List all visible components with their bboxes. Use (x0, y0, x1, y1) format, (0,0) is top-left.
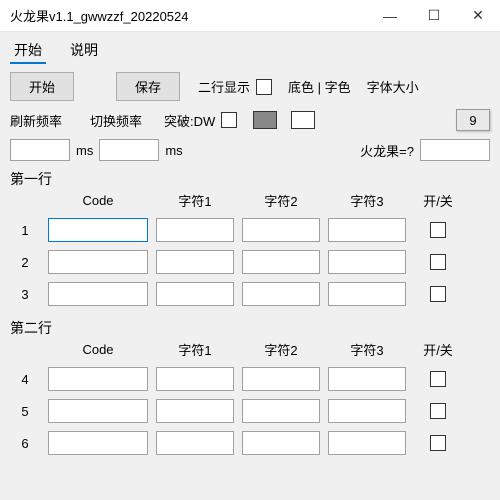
row2-char3-input[interactable] (328, 250, 406, 274)
two-line-display-checkbox[interactable] (256, 79, 272, 95)
row5-char3-input[interactable] (328, 399, 406, 423)
row4-char2-input[interactable] (242, 367, 320, 391)
section2-grid: Code 字符1 字符2 字符3 开/关 4 5 6 (10, 340, 490, 455)
row3-onoff-checkbox[interactable] (430, 286, 446, 302)
breakthrough-label: 突破:DW (164, 111, 215, 130)
row-num: 6 (10, 436, 40, 451)
col-code-header: Code (48, 193, 148, 208)
fg-color-swatch[interactable] (291, 111, 315, 129)
col-onoff-header: 开/关 (414, 191, 462, 210)
col-char2-header: 字符2 (242, 191, 320, 210)
row5-code-input[interactable] (48, 399, 148, 423)
row1-char3-input[interactable] (328, 218, 406, 242)
bg-color-swatch[interactable] (253, 111, 277, 129)
row6-char2-input[interactable] (242, 431, 320, 455)
content-area: 开始 保存 二行显示 底色 | 字色 字体大小 刷新频率 切换频率 突破:DW … (0, 64, 500, 500)
section1-grid: Code 字符1 字符2 字符3 开/关 1 2 3 (10, 191, 490, 306)
row-num: 2 (10, 255, 40, 270)
toolbar-row-2: 刷新频率 切换频率 突破:DW 9 (10, 109, 490, 131)
row6-onoff-checkbox[interactable] (430, 435, 446, 451)
refresh-freq-label: 刷新频率 (10, 111, 62, 130)
col-char1-header: 字符1 (156, 340, 234, 359)
section2-title: 第二行 (10, 318, 490, 338)
row1-char2-input[interactable] (242, 218, 320, 242)
row3-char1-input[interactable] (156, 282, 234, 306)
row4-char3-input[interactable] (328, 367, 406, 391)
col-char2-header: 字符2 (242, 340, 320, 359)
row5-onoff-checkbox[interactable] (430, 403, 446, 419)
fruit-label: 火龙果=? (360, 141, 414, 160)
app-window: 火龙果v1.1_gwwzzf_20220524 — ☐ ✕ 开始 说明 开始 保… (0, 0, 500, 500)
tab-help[interactable]: 说明 (66, 38, 102, 64)
color-label: 底色 | 字色 (288, 77, 351, 96)
row3-char2-input[interactable] (242, 282, 320, 306)
row4-char1-input[interactable] (156, 367, 234, 391)
maximize-button[interactable]: ☐ (412, 0, 456, 32)
row6-char3-input[interactable] (328, 431, 406, 455)
fruit-input[interactable] (420, 139, 490, 161)
row6-char1-input[interactable] (156, 431, 234, 455)
switch-freq-input[interactable] (99, 139, 159, 161)
font-size-label: 字体大小 (367, 77, 419, 96)
row2-char1-input[interactable] (156, 250, 234, 274)
row4-onoff-checkbox[interactable] (430, 371, 446, 387)
row-num: 3 (10, 287, 40, 302)
col-onoff-header: 开/关 (414, 340, 462, 359)
window-title: 火龙果v1.1_gwwzzf_20220524 (0, 6, 368, 25)
row-num: 5 (10, 404, 40, 419)
col-code-header: Code (48, 342, 148, 357)
refresh-freq-input[interactable] (10, 139, 70, 161)
font-size-value[interactable]: 9 (456, 109, 490, 131)
save-button[interactable]: 保存 (116, 72, 180, 101)
minimize-button[interactable]: — (368, 0, 412, 32)
col-char3-header: 字符3 (328, 340, 406, 359)
col-char1-header: 字符1 (156, 191, 234, 210)
two-line-display-label: 二行显示 (198, 77, 250, 96)
row5-char1-input[interactable] (156, 399, 234, 423)
row2-code-input[interactable] (48, 250, 148, 274)
row1-code-input[interactable] (48, 218, 148, 242)
row5-char2-input[interactable] (242, 399, 320, 423)
toolbar-row-3: ms ms 火龙果=? (10, 139, 490, 161)
row3-code-input[interactable] (48, 282, 148, 306)
refresh-ms-label: ms (76, 143, 93, 158)
tab-start[interactable]: 开始 (10, 38, 46, 64)
col-char3-header: 字符3 (328, 191, 406, 210)
tab-bar: 开始 说明 (0, 32, 500, 64)
row6-code-input[interactable] (48, 431, 148, 455)
row1-onoff-checkbox[interactable] (430, 222, 446, 238)
start-button[interactable]: 开始 (10, 72, 74, 101)
row2-char2-input[interactable] (242, 250, 320, 274)
toolbar-row-1: 开始 保存 二行显示 底色 | 字色 字体大小 (10, 72, 490, 101)
row-num: 1 (10, 223, 40, 238)
row1-char1-input[interactable] (156, 218, 234, 242)
switch-freq-label: 切换频率 (90, 111, 142, 130)
row2-onoff-checkbox[interactable] (430, 254, 446, 270)
row-num: 4 (10, 372, 40, 387)
close-button[interactable]: ✕ (456, 0, 500, 32)
breakthrough-checkbox[interactable] (221, 112, 237, 128)
section1-title: 第一行 (10, 169, 490, 189)
titlebar: 火龙果v1.1_gwwzzf_20220524 — ☐ ✕ (0, 0, 500, 32)
row3-char3-input[interactable] (328, 282, 406, 306)
row4-code-input[interactable] (48, 367, 148, 391)
switch-ms-label: ms (165, 143, 182, 158)
